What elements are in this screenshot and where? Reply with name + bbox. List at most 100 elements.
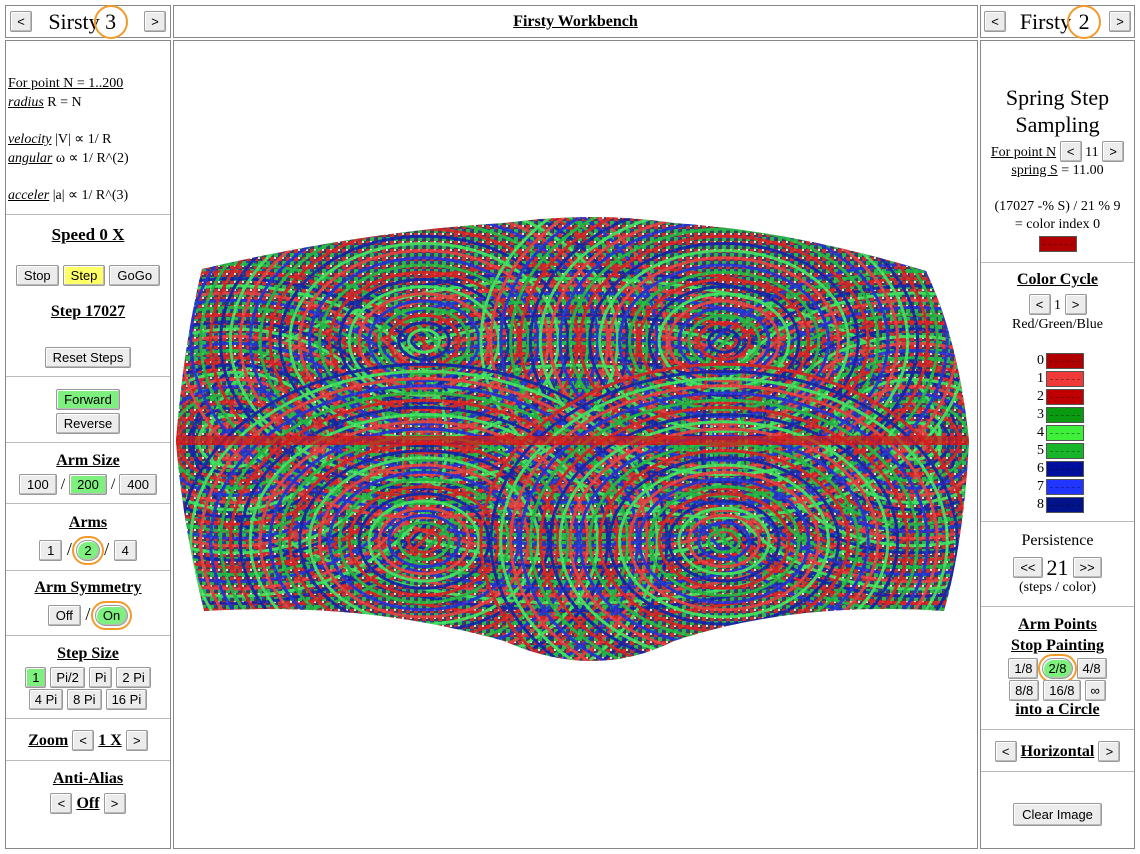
- color-cycle-title[interactable]: Color Cycle: [1017, 271, 1098, 288]
- angular-link[interactable]: angular: [8, 151, 52, 166]
- acceler-link[interactable]: acceler: [8, 188, 49, 203]
- orientation-value[interactable]: Horizontal: [1021, 743, 1095, 760]
- divider: [6, 760, 170, 761]
- palette-row: 4: [1032, 424, 1084, 442]
- zoom-next-button[interactable]: >: [125, 730, 148, 751]
- arm-size-title[interactable]: Arm Size: [56, 452, 120, 469]
- point-selector: For point N < 11 >: [981, 141, 1134, 162]
- palette-swatch[interactable]: [1046, 352, 1084, 369]
- arms-1-button[interactable]: 1: [39, 540, 63, 561]
- anti-alias-next-button[interactable]: >: [103, 793, 126, 814]
- orientation-controls: < Horizontal >: [981, 741, 1134, 762]
- step-button[interactable]: Step: [62, 265, 106, 286]
- left-next-button[interactable]: >: [143, 11, 166, 32]
- divider: [6, 442, 170, 443]
- orientation-prev-button[interactable]: <: [994, 741, 1017, 762]
- color-cycle-value: 1: [1054, 298, 1061, 313]
- arm-size-100-button[interactable]: 100: [18, 474, 57, 495]
- palette-swatch[interactable]: [1046, 478, 1084, 495]
- orientation-next-button[interactable]: >: [1098, 741, 1121, 762]
- palette-swatch[interactable]: [1046, 496, 1084, 513]
- reverse-button[interactable]: Reverse: [55, 413, 121, 434]
- pattern-canvas[interactable]: [174, 41, 977, 848]
- arm-points-title[interactable]: Arm Points: [1018, 616, 1097, 633]
- arm-points-2-8-button[interactable]: 2/8: [1038, 654, 1077, 683]
- stop-painting-title[interactable]: Stop Painting: [1011, 637, 1104, 654]
- divider: [6, 503, 170, 504]
- right-next-button[interactable]: >: [1108, 11, 1131, 32]
- step-count[interactable]: Step 17027: [6, 303, 170, 321]
- step-size-2pi-button[interactable]: 2 Pi: [116, 667, 151, 688]
- palette-row: 3: [1032, 406, 1084, 424]
- arm-size-400-button[interactable]: 400: [119, 474, 157, 495]
- arms-4-button[interactable]: 4: [113, 540, 137, 561]
- stop-button[interactable]: Stop: [15, 265, 59, 286]
- zoom-title[interactable]: Zoom: [28, 732, 68, 749]
- persistence-unit: (steps / color): [1019, 580, 1096, 595]
- anti-alias-title[interactable]: Anti-Alias: [53, 770, 123, 787]
- persistence-prev-button[interactable]: <<: [1013, 556, 1043, 578]
- palette-swatch[interactable]: [1046, 370, 1084, 387]
- spring-rest: = 11.00: [1057, 163, 1104, 178]
- arms-2-button[interactable]: 2: [72, 536, 104, 565]
- step-size-title[interactable]: Step Size: [57, 645, 119, 662]
- into-circle-title[interactable]: into a Circle: [1015, 701, 1099, 718]
- persistence-controls: << 21 >>: [981, 555, 1134, 581]
- step-size-16pi-button[interactable]: 16 Pi: [105, 689, 148, 710]
- persistence-next-button[interactable]: >>: [1072, 556, 1102, 578]
- left-panel: For point N = 1..200 radius R = N veloci…: [5, 40, 171, 849]
- arm-points-infinity-button[interactable]: ∞: [1084, 680, 1106, 701]
- reset-steps-button[interactable]: Reset Steps: [44, 347, 132, 368]
- divider: [981, 606, 1134, 607]
- step-size-pi-button[interactable]: Pi: [88, 667, 113, 688]
- point-next-button[interactable]: >: [1102, 141, 1125, 162]
- zoom-value[interactable]: 1 X: [98, 732, 122, 749]
- step-size-1-button[interactable]: 1: [25, 667, 47, 688]
- gogo-button[interactable]: GoGo: [109, 265, 161, 286]
- palette-swatch[interactable]: [1046, 442, 1084, 459]
- formula-points[interactable]: For point N = 1..200: [8, 74, 129, 93]
- right-header-number: 2: [1067, 4, 1102, 39]
- acceler-rest: |a| ∝ 1/ R^(3): [49, 188, 129, 203]
- arms-title[interactable]: Arms: [69, 514, 107, 531]
- palette-swatch[interactable]: [1046, 460, 1084, 477]
- spring-link[interactable]: spring S: [1011, 163, 1057, 178]
- arm-points-1-8-button[interactable]: 1/8: [1008, 658, 1039, 679]
- palette-swatch[interactable]: [1046, 388, 1084, 405]
- arm-symmetry-title[interactable]: Arm Symmetry: [34, 579, 141, 596]
- clear-image-button[interactable]: Clear Image: [1013, 803, 1102, 826]
- step-size-pi2-button[interactable]: Pi/2: [50, 667, 85, 688]
- anti-alias-value[interactable]: Off: [76, 795, 99, 812]
- pattern-art: [176, 217, 969, 661]
- palette-swatch[interactable]: [1046, 424, 1084, 441]
- divider: [6, 376, 170, 377]
- palette-row: 6: [1032, 460, 1084, 478]
- symmetry-on-button[interactable]: On: [90, 601, 133, 630]
- right-prev-button[interactable]: <: [984, 11, 1006, 32]
- arm-points-4-8-button[interactable]: 4/8: [1076, 658, 1107, 679]
- color-cycle-prev-button[interactable]: <: [1028, 294, 1051, 315]
- arm-points-8-8-button[interactable]: 8/8: [1009, 680, 1040, 701]
- radius-link[interactable]: radius: [8, 95, 44, 110]
- palette-swatch[interactable]: [1046, 406, 1084, 423]
- symmetry-off-button[interactable]: Off: [47, 605, 81, 626]
- arm-points-16-8-button[interactable]: 16/8: [1043, 680, 1081, 701]
- divider: [981, 771, 1134, 772]
- divider: [6, 570, 170, 571]
- divider: [981, 262, 1134, 263]
- velocity-link[interactable]: velocity: [8, 132, 52, 147]
- palette-index: 2: [1037, 389, 1044, 404]
- step-size-8pi-button[interactable]: 8 Pi: [67, 689, 102, 710]
- arm-size-200-button[interactable]: 200: [69, 474, 107, 495]
- zoom-prev-button[interactable]: <: [72, 730, 95, 751]
- step-size-4pi-button[interactable]: 4 Pi: [28, 689, 64, 710]
- point-prev-button[interactable]: <: [1059, 141, 1082, 162]
- point-label[interactable]: For point N: [991, 145, 1056, 160]
- anti-alias-controls: < Off >: [6, 793, 170, 814]
- color-cycle-next-button[interactable]: >: [1064, 294, 1087, 315]
- forward-button[interactable]: Forward: [56, 389, 120, 410]
- speed-title[interactable]: Speed 0 X: [6, 225, 170, 245]
- left-header-name: Sirsty: [48, 8, 100, 34]
- anti-alias-prev-button[interactable]: <: [50, 793, 73, 814]
- left-prev-button[interactable]: <: [10, 11, 32, 32]
